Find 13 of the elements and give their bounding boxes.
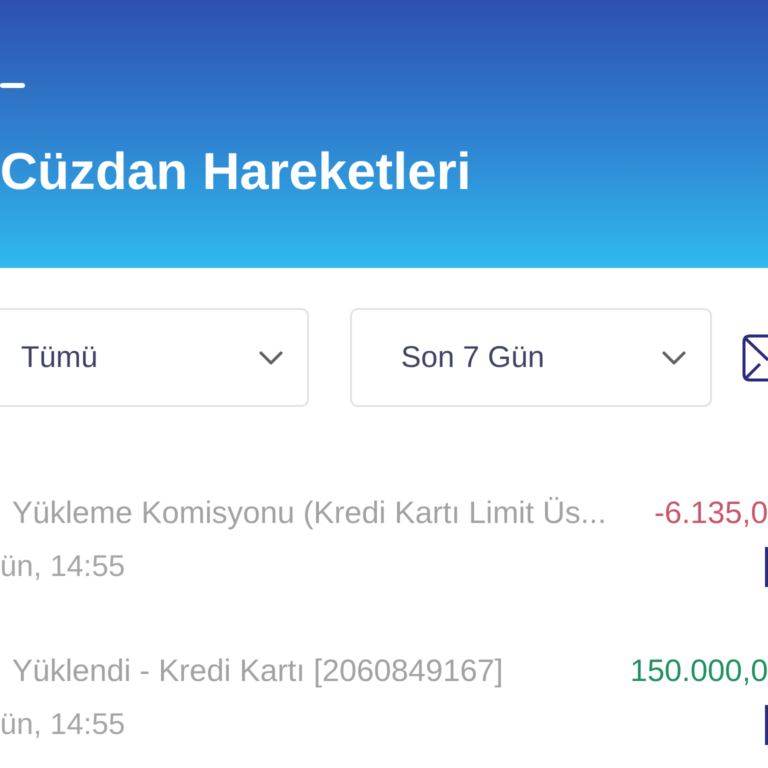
- transaction-amount: 150.000,0: [630, 653, 768, 689]
- transaction-date: ün, 14:55: [0, 707, 126, 743]
- transaction-description: Yüklendi - Kredi Kartı [2060849167]: [12, 653, 504, 689]
- transaction-amount: -6.135,0: [654, 495, 768, 531]
- mail-icon[interactable]: [742, 334, 768, 382]
- transaction-description: Yükleme Komisyonu (Kredi Kartı Limit Üs...: [12, 495, 606, 531]
- transaction-date: ün, 14:55: [0, 549, 126, 585]
- chevron-down-icon: [662, 350, 686, 364]
- dropdown[interactable]: Tümü: [0, 308, 309, 407]
- dash-icon[interactable]: [0, 83, 25, 88]
- dropdown[interactable]: Son 7 Gün: [350, 308, 712, 407]
- chevron-down-icon: [259, 350, 283, 364]
- page-title: Cüzdan Hareketleri: [0, 142, 472, 202]
